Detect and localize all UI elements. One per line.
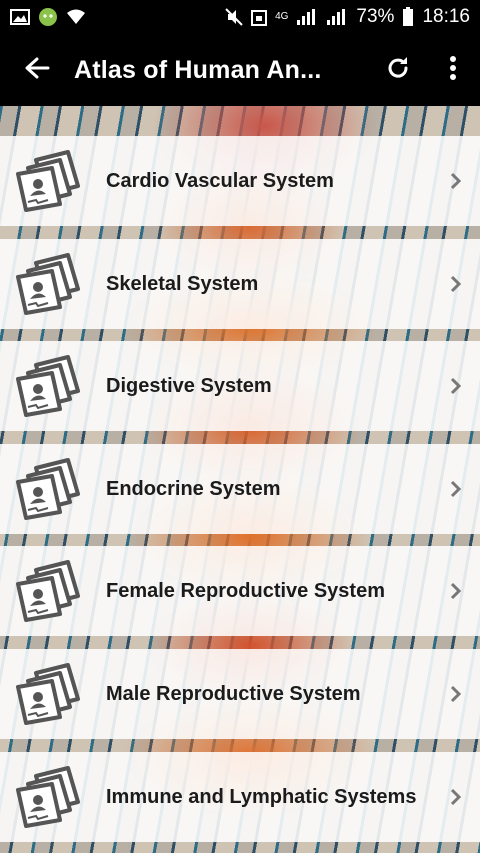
- document-stack-icon: [8, 444, 88, 534]
- arrow-left-icon: [24, 56, 50, 85]
- list-item-label: Endocrine System: [106, 477, 281, 500]
- content-area: Cardio Vascular System Skeletal System D…: [0, 106, 480, 853]
- refresh-icon: [385, 55, 411, 86]
- list-item-label: Cardio Vascular System: [106, 169, 334, 192]
- list-item[interactable]: Immune and Lymphatic Systems: [0, 752, 480, 842]
- chevron-right-icon: [438, 788, 474, 806]
- signal-icon: [296, 8, 318, 26]
- gallery-notification-icon: [10, 9, 30, 25]
- more-vertical-icon: [449, 55, 457, 86]
- document-stack-icon: [8, 546, 88, 636]
- page-title: Atlas of Human An...: [74, 55, 322, 84]
- chevron-right-icon: [438, 582, 474, 600]
- battery-percent: 73%: [356, 6, 395, 27]
- network-type-label: 4G: [275, 11, 289, 22]
- list-item[interactable]: Endocrine System: [0, 444, 480, 534]
- document-stack-icon: [8, 752, 88, 842]
- mute-icon: [225, 8, 243, 26]
- network-type-icon: 4G: [275, 12, 288, 22]
- app-notification-icon: [38, 7, 58, 27]
- list-item-label: Male Reproductive System: [106, 682, 361, 705]
- list-item-label: Female Reproductive System: [106, 579, 385, 602]
- wifi-icon: [66, 9, 86, 25]
- status-bar-right: 4G 73% 18:16: [225, 6, 470, 28]
- list-item[interactable]: Cardio Vascular System: [0, 136, 480, 226]
- chevron-right-icon: [438, 377, 474, 395]
- overflow-menu-button[interactable]: [426, 34, 480, 106]
- document-stack-icon: [8, 649, 88, 739]
- battery-icon: [402, 7, 414, 27]
- back-button[interactable]: [0, 34, 74, 106]
- document-stack-icon: [8, 239, 88, 329]
- data-saver-icon: [251, 8, 268, 26]
- chevron-right-icon: [438, 685, 474, 703]
- status-bar: 4G 73% 18:16: [0, 0, 480, 34]
- list-item-label: Skeletal System: [106, 272, 259, 295]
- list-item[interactable]: Female Reproductive System: [0, 546, 480, 636]
- chevron-right-icon: [438, 275, 474, 293]
- status-bar-left: [10, 7, 86, 27]
- list-item-label: Immune and Lymphatic Systems: [106, 785, 417, 808]
- app-toolbar: Atlas of Human An...: [0, 34, 480, 106]
- list-item[interactable]: Skeletal System: [0, 239, 480, 329]
- clock: 18:16: [422, 6, 470, 27]
- list-item[interactable]: Digestive System: [0, 341, 480, 431]
- list-item[interactable]: Male Reproductive System: [0, 649, 480, 739]
- signal-icon-2: [326, 8, 348, 26]
- chevron-right-icon: [438, 480, 474, 498]
- chevron-right-icon: [438, 172, 474, 190]
- list-item-label: Digestive System: [106, 374, 272, 397]
- refresh-button[interactable]: [370, 34, 426, 106]
- document-stack-icon: [8, 341, 88, 431]
- document-stack-icon: [8, 136, 88, 226]
